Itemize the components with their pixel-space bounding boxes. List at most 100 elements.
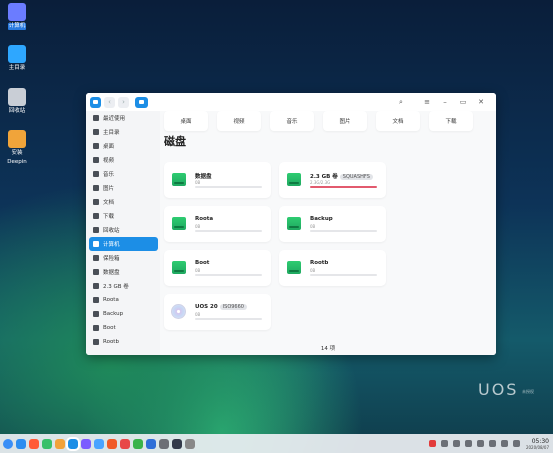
disk-name: Boot [195, 260, 209, 266]
disk-card[interactable]: Backup 0B [279, 206, 386, 242]
search-icon[interactable]: ⌕ [392, 98, 410, 107]
disk-name: 数据盘 [195, 172, 212, 180]
taskbar-app-icon[interactable] [120, 438, 130, 449]
taskbar-app-icon[interactable] [146, 438, 156, 449]
sidebar-item-label: Rootb [103, 339, 119, 345]
disk-card[interactable]: 数据盘 0B [164, 162, 271, 198]
sidebar-item-10[interactable]: 保险箱 [89, 251, 158, 265]
disk-size: 0B [310, 268, 316, 273]
sidebar: 最近使用 主目录 桌面 视频 音乐 图片 文档 下载 回收站 计算机 保险箱 数据盘 2.3 GB 卷 R… [86, 111, 160, 355]
desktop-icon-3[interactable]: 安装 Deepin [2, 130, 32, 166]
usage-bar [310, 274, 377, 276]
forward-button[interactable]: › [118, 96, 129, 108]
clock[interactable]: 05:30 2020/08/07 [526, 438, 549, 450]
sidebar-item-16[interactable]: Rootb [89, 335, 158, 349]
folder-tile[interactable]: 文档 [376, 111, 420, 131]
pen-icon[interactable] [452, 440, 460, 447]
disk-size: 0B [310, 224, 316, 229]
app-store-tray-icon[interactable] [428, 440, 436, 447]
home-icon [93, 129, 99, 135]
sidebar-item-5[interactable]: 图片 [89, 181, 158, 195]
cdrom-icon [171, 304, 186, 319]
menu-icon[interactable]: ≡ [418, 98, 436, 106]
disk-card[interactable]: Roota 0B [164, 206, 271, 242]
disk-name: Backup [310, 216, 333, 222]
sidebar-item-label: 最近使用 [103, 116, 126, 122]
drive-icon [287, 217, 301, 230]
volume-icon[interactable] [464, 440, 472, 447]
close-button[interactable]: ✕ [472, 98, 490, 106]
disk-name: Rootb [310, 260, 328, 266]
launcher-icon[interactable] [3, 438, 13, 449]
sidebar-item-4[interactable]: 音乐 [89, 167, 158, 181]
usage-bar [195, 186, 262, 188]
notification-icon[interactable] [500, 440, 508, 447]
sidebar-item-13[interactable]: Roota [89, 293, 158, 307]
taskbar-app-icon[interactable] [133, 438, 143, 449]
system-tray: 05:30 2020/08/07 [424, 434, 549, 453]
disk-card[interactable]: 2.3 GB 卷 SQUASHFS 2.3G/2.3G [279, 162, 386, 198]
folder-tile[interactable]: 桌面 [164, 111, 208, 131]
sidebar-item-8[interactable]: 回收站 [89, 223, 158, 237]
breadcrumb-computer-button[interactable] [135, 96, 148, 108]
sidebar-item-7[interactable]: 下载 [89, 209, 158, 223]
taskbar-app-icon[interactable] [107, 438, 117, 449]
trash-icon [93, 227, 99, 233]
disk-card[interactable]: Rootb 0B [279, 250, 386, 286]
sidebar-item-1[interactable]: 主目录 [89, 125, 158, 139]
desktop-icon-2[interactable]: 回收站 [2, 88, 32, 115]
home-folder-icon [8, 45, 26, 63]
taskbar-app-icon[interactable] [16, 438, 26, 449]
maximize-button[interactable]: ▭ [454, 98, 472, 106]
sidebar-item-label: 数据盘 [103, 270, 120, 276]
sidebar-item-label: 主目录 [103, 130, 120, 136]
trash-tray-icon[interactable] [512, 440, 520, 447]
drive-icon [287, 173, 301, 186]
disk-card[interactable]: UOS 20 ISO9660 0B [164, 294, 271, 330]
sidebar-item-label: 视频 [103, 158, 115, 164]
drive-icon [287, 261, 301, 274]
desktop-icon-0[interactable]: 计算机 [2, 3, 32, 30]
disk-name-text: Roota [195, 216, 214, 222]
taskbar-app-icon[interactable] [185, 438, 195, 449]
sidebar-item-12[interactable]: 2.3 GB 卷 [89, 279, 158, 293]
keyboard-icon[interactable] [440, 440, 448, 447]
folder-tile[interactable]: 图片 [323, 111, 367, 131]
disk-card[interactable]: Boot 0B [164, 250, 271, 286]
disk-size: 0B [195, 268, 201, 273]
sidebar-item-14[interactable]: Backup [89, 307, 158, 321]
disk-name-text: Rootb [310, 260, 329, 266]
folder-tile[interactable]: 音乐 [270, 111, 314, 131]
desktop-icon-1[interactable]: 主目录 [2, 45, 32, 72]
desktop-icon-label: 安装 [11, 150, 23, 156]
taskbar-app-icon[interactable] [55, 438, 65, 449]
sidebar-item-11[interactable]: 数据盘 [89, 265, 158, 279]
taskbar-app-icon[interactable] [29, 438, 39, 449]
sidebar-item-2[interactable]: 桌面 [89, 139, 158, 153]
sidebar-item-label: 文档 [103, 200, 115, 206]
taskbar-app-icon[interactable] [94, 438, 104, 449]
sidebar-item-label: 音乐 [103, 172, 115, 178]
taskbar-app-icon[interactable] [42, 438, 52, 449]
folder-tile[interactable]: 视频 [217, 111, 261, 131]
computer-icon [93, 241, 99, 247]
drive-icon [172, 173, 186, 186]
sidebar-item-9[interactable]: 计算机 [89, 237, 158, 251]
sidebar-item-3[interactable]: 视频 [89, 153, 158, 167]
shutdown-icon[interactable] [488, 440, 496, 447]
folder-tile[interactable]: 下载 [429, 111, 473, 131]
taskbar-app-icon[interactable] [172, 438, 182, 449]
minimize-button[interactable]: – [436, 98, 454, 106]
file-manager-taskbar-icon[interactable] [66, 436, 80, 451]
disk-size: 0B [195, 180, 201, 185]
sidebar-item-15[interactable]: Boot [89, 321, 158, 335]
desktop-icon-label: 计算机 [7, 23, 27, 30]
filesystem-badge: SQUASHFS [339, 174, 373, 180]
sidebar-item-0[interactable]: 最近使用 [89, 111, 158, 125]
sidebar-item-6[interactable]: 文档 [89, 195, 158, 209]
uos-watermark-sub: 未授权 [522, 389, 534, 394]
network-icon[interactable] [476, 440, 484, 447]
back-button[interactable]: ‹ [104, 96, 115, 108]
taskbar-app-icon[interactable] [159, 438, 169, 449]
taskbar-app-icon[interactable] [81, 438, 91, 449]
